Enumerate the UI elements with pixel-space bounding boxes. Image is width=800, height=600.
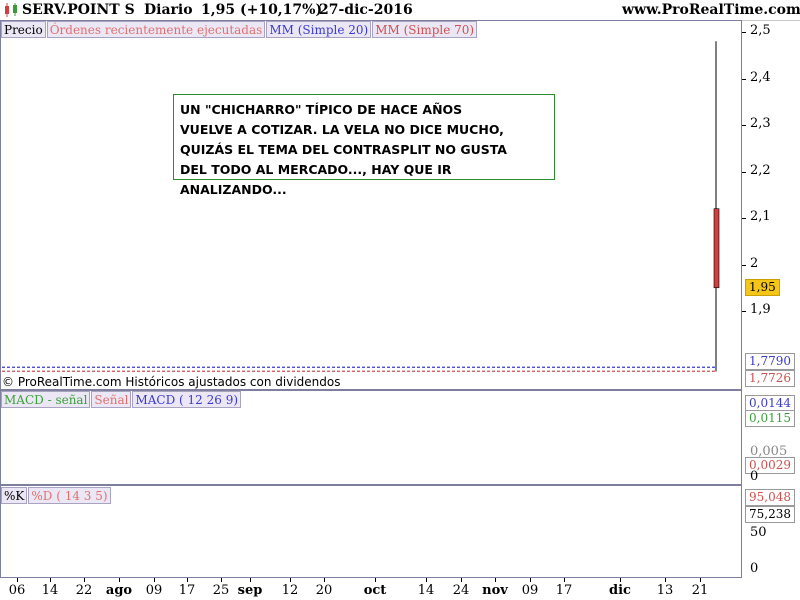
x-axis-tick xyxy=(700,578,701,582)
x-axis-tick xyxy=(250,578,251,582)
annotation-line: VUELVE A COTIZAR. LA VELA NO DICE MUCHO, xyxy=(180,122,504,137)
legend-macd[interactable]: MACD ( 12 26 9) xyxy=(132,391,242,408)
price-ytick-mark xyxy=(742,125,746,126)
x-axis-label: 22 xyxy=(75,583,93,598)
price-ytick-mark xyxy=(742,78,746,80)
d-value-box: 95,048 xyxy=(745,489,795,506)
copyright-note: © ProRealTime.com Históricos ajustados c… xyxy=(2,375,341,389)
x-axis-label: 12 xyxy=(281,583,299,598)
price-ytick: 1,9 xyxy=(750,302,771,317)
x-axis-label: 17 xyxy=(555,583,573,598)
x-axis-tick xyxy=(154,578,155,582)
x-axis-tick xyxy=(375,578,376,582)
annotation-line: UN "CHICHARRO" TÍPICO DE HACE AÑOS xyxy=(180,102,463,117)
x-axis-tick xyxy=(426,578,427,582)
price-ytick: 2 xyxy=(750,255,759,271)
x-axis-tick xyxy=(665,578,666,582)
stoch-ytick-0: 0 xyxy=(750,561,759,576)
macd-legend: MACD - señal Señal MACD ( 12 26 9) xyxy=(1,391,242,408)
legend-d[interactable]: %D ( 14 3 5) xyxy=(28,487,111,504)
x-axis-label: 17 xyxy=(178,583,196,598)
x-axis-label: 14 xyxy=(41,583,59,598)
x-axis-tick xyxy=(620,578,621,582)
x-axis-label: sep xyxy=(237,583,263,598)
macd-ytick-zero: 0 xyxy=(750,469,759,484)
ma70-value-box: 1,7726 xyxy=(745,370,795,387)
x-axis-tick xyxy=(461,578,462,582)
x-axis-label: 09 xyxy=(145,583,163,598)
x-axis-label: 14 xyxy=(417,583,435,598)
price-ytick-mark xyxy=(742,218,746,219)
x-axis-label: 24 xyxy=(452,583,470,598)
price-ytick-mark xyxy=(742,311,746,312)
price-ytick: 2,3 xyxy=(750,116,771,131)
annotation-line: QUIZÁS EL TEMA DEL CONTRASPLIT NO GUSTA xyxy=(180,142,507,157)
price-ytick: 2,1 xyxy=(750,209,771,224)
ma20-value-box: 1,7790 xyxy=(745,353,795,370)
price-ytick-mark xyxy=(742,171,746,173)
x-axis-label: 06 xyxy=(8,583,26,598)
last-price-box: 1,95 xyxy=(745,279,780,296)
stoch-ytick-50: 50 xyxy=(750,525,767,540)
x-axis-label: 20 xyxy=(315,583,333,598)
price-ytick: 2,4 xyxy=(750,69,771,85)
x-axis-tick xyxy=(17,578,18,582)
legend-k[interactable]: %K xyxy=(1,487,28,504)
x-axis-label: oct xyxy=(363,583,387,598)
annotation-box: UN "CHICHARRO" TÍPICO DE HACE AÑOS VUELV… xyxy=(173,94,555,197)
x-axis-tick xyxy=(50,578,51,582)
annotation-line: DEL TODO AL MERCADO..., HAY QUE IR ANALI… xyxy=(180,162,452,197)
x-axis-tick xyxy=(495,578,496,582)
candle-body xyxy=(713,208,720,289)
x-axis-label: 09 xyxy=(521,583,539,598)
x-axis-label: 25 xyxy=(212,583,230,598)
x-axis-tick xyxy=(324,578,325,582)
x-axis-tick xyxy=(84,578,85,582)
price-ytick: 2,2 xyxy=(750,162,771,178)
x-axis-tick xyxy=(564,578,565,582)
x-axis-label: 21 xyxy=(691,583,709,598)
stochastic-legend: %K %D ( 14 3 5) xyxy=(1,487,112,504)
legend-signal[interactable]: Señal xyxy=(91,391,132,408)
x-axis-tick xyxy=(290,578,291,582)
x-axis-label: dic xyxy=(609,583,631,598)
k-value-box: 75,238 xyxy=(745,506,795,523)
x-axis-label: ago xyxy=(105,583,133,598)
hist-value-box: 0,0115 xyxy=(745,410,795,427)
x-axis-tick xyxy=(221,578,222,582)
x-axis-tick xyxy=(530,578,531,582)
price-ytick-mark xyxy=(742,264,746,266)
price-ytick: 2,5 xyxy=(750,23,771,38)
price-ytick-mark xyxy=(742,32,746,33)
x-axis-tick xyxy=(187,578,188,582)
x-axis-tick xyxy=(119,578,120,582)
x-axis-label: nov xyxy=(482,583,508,598)
x-axis-label: 13 xyxy=(656,583,674,598)
legend-macd-hist[interactable]: MACD - señal xyxy=(1,391,91,408)
